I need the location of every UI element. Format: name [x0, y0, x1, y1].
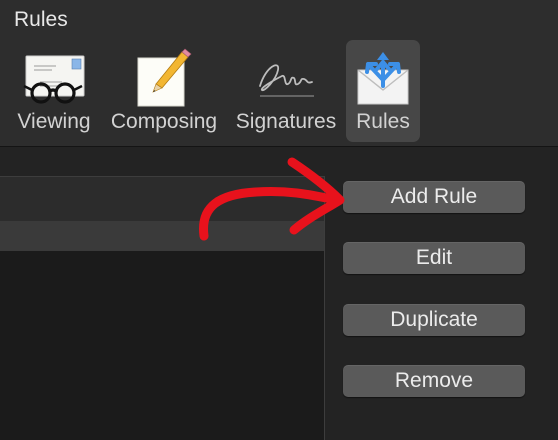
- preferences-toolbar: Rules Viewing Composing Signatures Rules: [0, 0, 558, 147]
- pencil-paper-icon: [137, 48, 192, 107]
- tab-rules[interactable]: Rules: [346, 40, 420, 142]
- window-title: Rules: [14, 8, 68, 31]
- tab-rules-label: Rules: [356, 110, 410, 133]
- duplicate-button[interactable]: Duplicate: [343, 304, 525, 336]
- tab-viewing-label: Viewing: [17, 110, 91, 133]
- glasses-envelope-icon: [23, 55, 85, 104]
- edit-button[interactable]: Edit: [343, 242, 525, 274]
- tab-viewing[interactable]: Viewing: [10, 40, 98, 142]
- rules-envelope-icon: [357, 52, 409, 105]
- signature-icon: [259, 64, 314, 97]
- annotation-arrow-icon: [199, 157, 345, 241]
- rules-list[interactable]: [0, 251, 325, 440]
- remove-button[interactable]: Remove: [343, 365, 525, 397]
- add-rule-button[interactable]: Add Rule: [343, 181, 525, 213]
- tab-signatures[interactable]: Signatures: [230, 40, 342, 142]
- tab-composing[interactable]: Composing: [106, 40, 222, 142]
- tab-composing-label: Composing: [110, 110, 218, 133]
- tab-signatures-label: Signatures: [235, 110, 337, 133]
